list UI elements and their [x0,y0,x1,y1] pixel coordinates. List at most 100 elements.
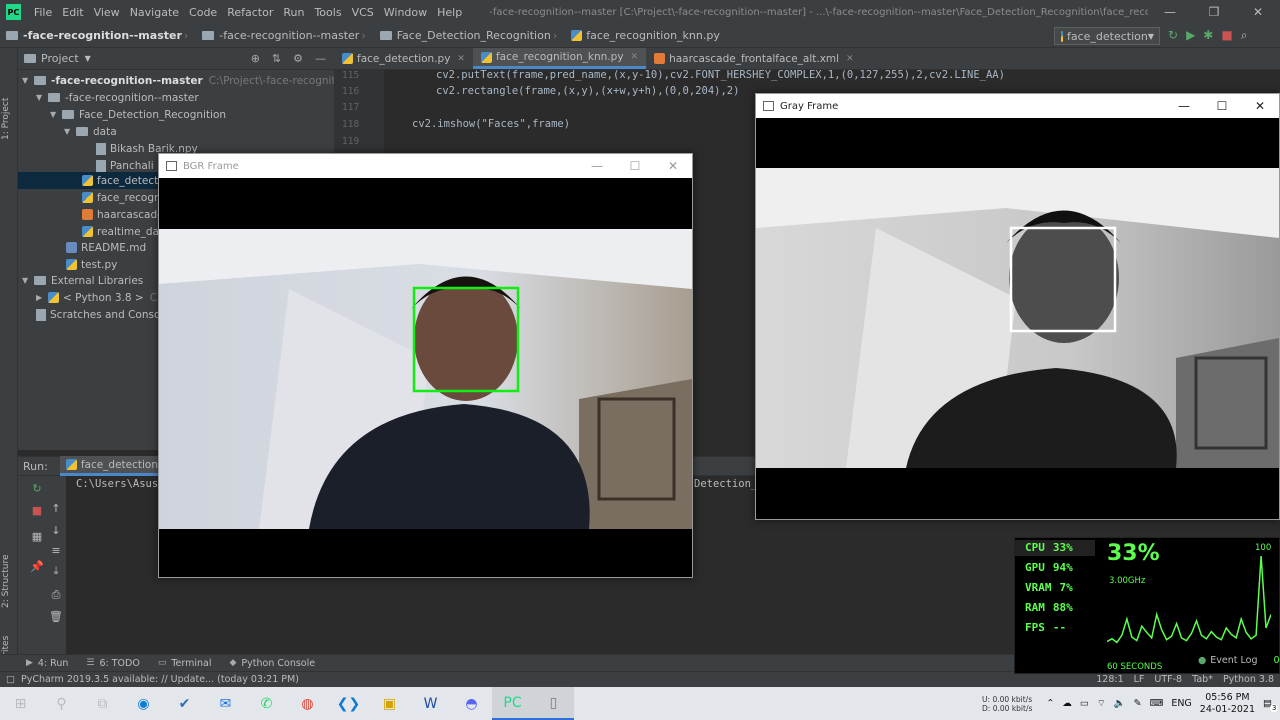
notepad-icon[interactable]: ▯ [533,687,574,720]
windows-start-icon[interactable]: ⊞ [0,687,41,720]
print-icon[interactable]: ⎙ [48,588,64,602]
onedrive-icon[interactable]: ☁ [1062,698,1072,709]
pin-icon[interactable]: 📌 [29,560,45,574]
indent-setting[interactable]: Tab* [1192,674,1213,685]
tool-python-console[interactable]: ◆ Python Console [230,658,316,669]
expand-arrow-icon[interactable]: ▶ [36,293,48,302]
todo-app-icon[interactable]: ✔ [164,687,205,720]
menu-window[interactable]: Window [379,6,432,19]
run-config-select[interactable]: face_detection ▼ [1054,27,1160,45]
vscode-icon[interactable]: ❮❯ [328,687,369,720]
close-icon[interactable]: ✕ [1241,99,1279,113]
tool-terminal[interactable]: ▭ Terminal [158,658,212,669]
discord-icon[interactable]: ◓ [451,687,492,720]
minimize-icon[interactable]: — [1165,99,1203,113]
bgr-frame-titlebar[interactable]: BGR Frame — ☐ ✕ [159,154,692,178]
rerun-icon[interactable]: ↻ [1168,28,1178,43]
file-encoding[interactable]: UTF-8 [1154,674,1182,685]
down-icon[interactable]: ↓ [48,524,64,538]
minimize-icon[interactable]: — [1148,5,1192,19]
expand-arrow-icon[interactable]: ▼ [50,110,62,119]
menu-help[interactable]: Help [432,6,467,19]
stop-icon[interactable]: ■ [29,504,45,518]
tree-scratches[interactable]: Scratches and Consoles [36,306,175,323]
menu-run[interactable]: Run [278,6,309,19]
scroll-end-icon[interactable]: ⤓ [48,564,64,578]
pen-icon[interactable]: ✎ [1134,698,1142,709]
menu-edit[interactable]: Edit [57,6,88,19]
breadcrumb-file[interactable]: face_recognition_knn.py [565,29,726,42]
menu-code[interactable]: Code [184,6,222,19]
close-tab-icon[interactable]: ✕ [631,52,639,62]
run-icon[interactable]: ▶ [1186,28,1195,43]
gray-frame-titlebar[interactable]: Gray Frame — ☐ ✕ [756,94,1279,118]
close-tab-icon[interactable]: ✕ [457,54,465,64]
up-icon[interactable]: ↑ [48,502,64,516]
status-message[interactable]: PyCharm 2019.3.5 available: // Update...… [21,674,299,685]
breadcrumb-root[interactable]: -face-recognition--master › [0,29,196,42]
breadcrumb-project[interactable]: -face-recognition--master › [196,29,373,42]
pycharm-taskbar-icon[interactable]: PC [492,687,533,720]
hide-icon[interactable]: — [315,52,326,65]
trash-icon[interactable]: 🗑 [48,610,64,624]
menu-view[interactable]: View [89,6,125,19]
menu-file[interactable]: File [29,6,57,19]
tool-todo[interactable]: ☰ 6: TODO [86,658,139,669]
stop-icon[interactable]: ■ [1221,28,1232,43]
interpreter[interactable]: Python 3.8 [1223,674,1274,685]
tree-file-realtime-data[interactable]: realtime_data [82,223,170,240]
whatsapp-icon[interactable]: ✆ [246,687,287,720]
debug-icon[interactable]: ✱ [1203,28,1213,43]
menu-vcs[interactable]: VCS [347,6,379,19]
gray-frame-window[interactable]: Gray Frame — ☐ ✕ [755,93,1280,520]
menu-refactor[interactable]: Refactor [222,6,278,19]
tree-file-test[interactable]: test.py [66,256,117,273]
tab-haarcascade[interactable]: haarcascade_frontalface_alt.xml ✕ [646,48,862,69]
maximize-icon[interactable]: ☐ [616,159,654,173]
volume-icon[interactable]: 🔈 [1114,698,1126,709]
wrap-icon[interactable]: ≡ [48,544,64,558]
chrome-icon[interactable]: ◍ [287,687,328,720]
edge-icon[interactable]: ◉ [123,687,164,720]
bgr-frame-window[interactable]: BGR Frame — ☐ ✕ [158,153,693,578]
expand-arrow-icon[interactable]: ▼ [22,276,34,285]
project-view-select[interactable]: Project [41,52,79,65]
rerun-icon[interactable]: ↻ [29,482,45,496]
gear-icon[interactable]: ⚙ [293,52,303,65]
restore-icon[interactable]: ❐ [1192,5,1236,19]
tab-face-recognition-knn[interactable]: face_recognition_knn.py ✕ [472,48,647,69]
maximize-icon[interactable]: ☐ [1203,99,1241,113]
tray-expand-icon[interactable]: ⌃ [1046,698,1054,709]
language-indicator[interactable]: ENG [1171,698,1191,709]
tab-project[interactable]: 1: Project [1,98,11,140]
app-icon[interactable]: ▣ [369,687,410,720]
expand-arrow-icon[interactable]: ▼ [22,76,34,85]
tab-face-detection[interactable]: face_detection.py ✕ [334,48,473,69]
expand-arrow-icon[interactable]: ▼ [36,93,48,102]
collapse-icon[interactable]: ⇅ [272,52,281,65]
search-icon[interactable]: ⚲ [41,687,82,720]
clock[interactable]: 05:56 PM 24-01-2021 [1200,692,1255,716]
expand-arrow-icon[interactable]: ▼ [64,127,76,136]
search-icon[interactable]: ⌕ [1241,28,1248,43]
menu-tools[interactable]: Tools [309,6,346,19]
locate-icon[interactable]: ⊕ [251,52,260,65]
tree-python-sdk[interactable]: ▶< Python 3.8 >C:\Us [36,289,177,306]
tool-run[interactable]: ▶ 4: Run [26,658,68,669]
breadcrumb-folder[interactable]: Face_Detection_Recognition › [374,29,566,42]
layout-icon[interactable]: ▦ [29,530,45,544]
notification-icon[interactable]: ▤ 3 [1263,698,1279,712]
pycharm-logo-icon[interactable]: PC [6,4,21,20]
battery-icon[interactable]: ▭ [1080,698,1089,709]
line-separator[interactable]: LF [1134,674,1145,685]
close-icon[interactable]: ✕ [1236,5,1280,19]
close-icon[interactable]: ✕ [654,159,692,173]
tree-external-libraries[interactable]: ▼ External Libraries [22,272,143,289]
tree-file-readme[interactable]: README.md [66,239,146,256]
tree-folder-project[interactable]: ▼ -face-recognition--master [36,89,199,106]
tree-folder-data[interactable]: ▼ data [64,123,117,140]
minimize-icon[interactable]: — [578,159,616,173]
chevron-down-icon[interactable]: ▼ [85,54,91,63]
menu-navigate[interactable]: Navigate [125,6,184,19]
wifi-icon[interactable]: ⌔ [1097,698,1106,709]
